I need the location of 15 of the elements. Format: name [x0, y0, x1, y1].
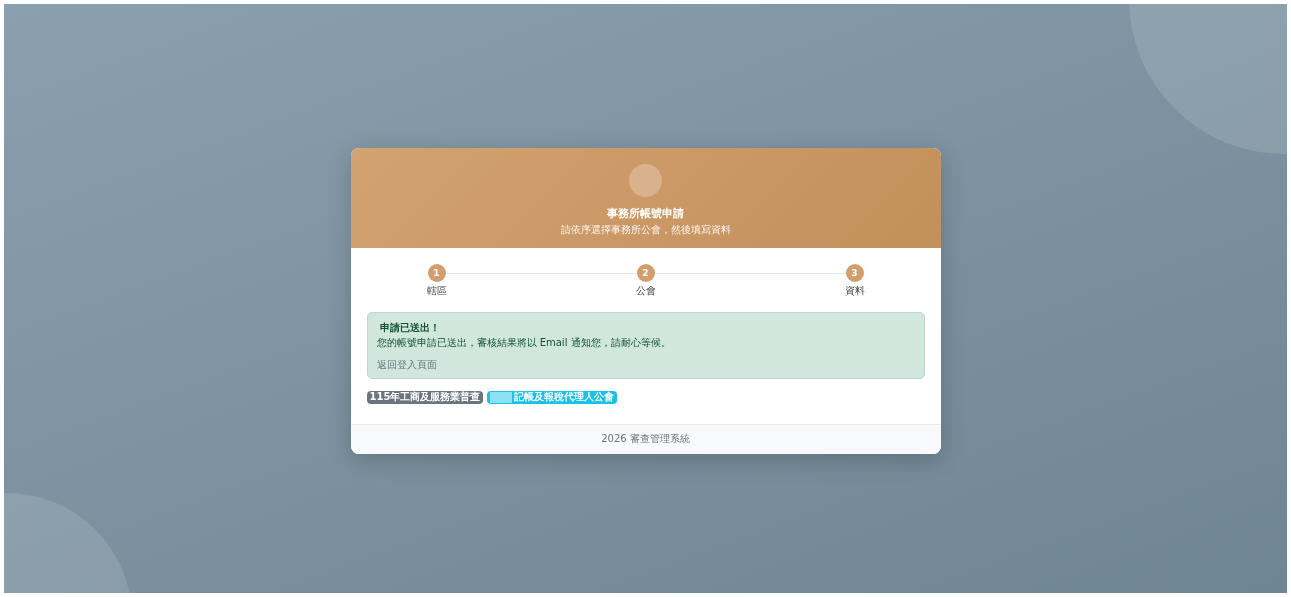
alert-title: 申請已送出！ — [378, 320, 441, 335]
footer-text: 2026 審查管理系統 — [601, 432, 690, 446]
header-title: 事務所帳號申請 — [607, 205, 684, 221]
step-label: 公會 — [635, 283, 656, 298]
alert-message: 您的帳號申請已送出，審核結果將以 Email 通知您，請耐心等候。 — [376, 335, 672, 350]
step-label: 資料 — [844, 283, 865, 298]
tag-badge[interactable]: 記帳及報稅代理人公會 — [487, 390, 618, 404]
avatar-circle — [629, 163, 662, 197]
header-subtitle: 請依序選擇事務所公會，然後填寫資料 — [560, 222, 731, 237]
back-to-login-link[interactable]: 返回登入頁面 — [376, 357, 437, 372]
step-number: 3 — [845, 263, 864, 282]
step-label: 轄區 — [426, 283, 447, 298]
step-number: 1 — [427, 263, 446, 282]
tag-badge[interactable]: 115年工商及服務業普查 — [366, 390, 484, 404]
step-number: 2 — [636, 263, 655, 282]
